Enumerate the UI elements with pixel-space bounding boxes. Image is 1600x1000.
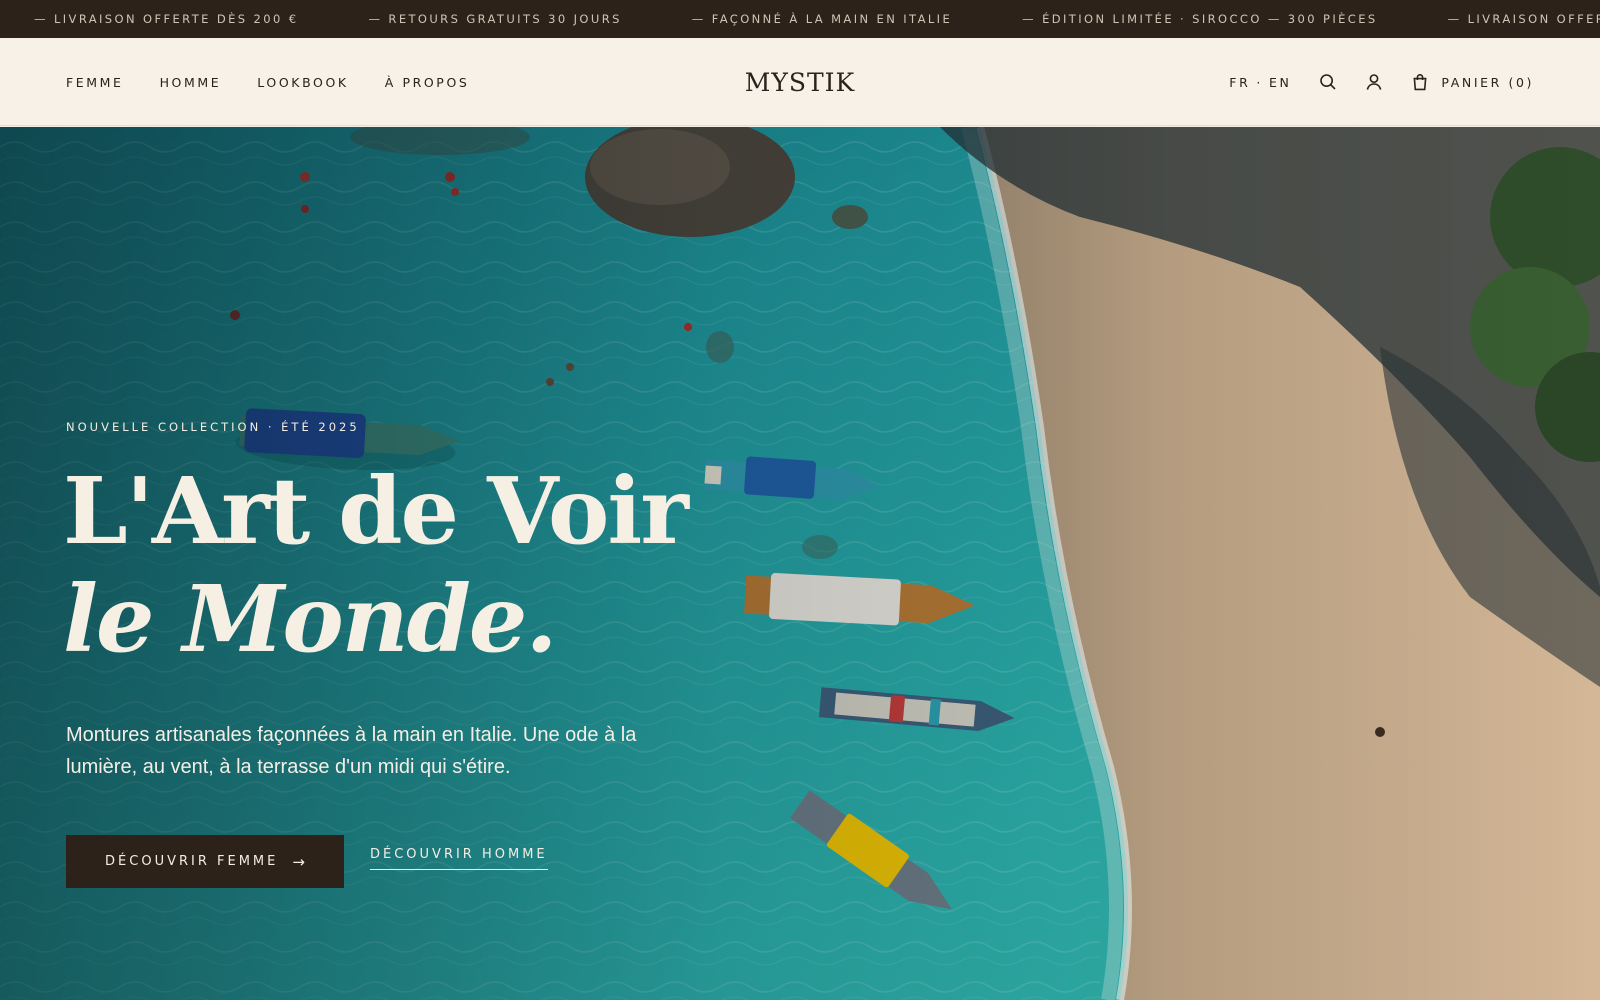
hero-section: NOUVELLE COLLECTION · ÉTÉ 2025 L'Art de … xyxy=(0,127,1600,1000)
discover-homme-link[interactable]: DÉCOUVRIR HOMME xyxy=(370,847,548,870)
announcement-bar: — LIVRAISON OFFERTE DÈS 200 € — RETOURS … xyxy=(0,0,1600,38)
shopping-bag-icon xyxy=(1409,71,1431,93)
site-header: FEMME HOMME LOOKBOOK À PROPOS MYSTIK FR … xyxy=(0,38,1600,126)
nav-link-a-propos[interactable]: À PROPOS xyxy=(385,75,470,90)
lang-en[interactable]: EN xyxy=(1269,75,1291,90)
lang-fr[interactable]: FR xyxy=(1229,75,1250,90)
nav-link-femme[interactable]: FEMME xyxy=(66,75,124,90)
nav-link-homme[interactable]: HOMME xyxy=(160,75,222,90)
announcement-item: — LIVRAISON OFFERTE DÈS 200 € xyxy=(1447,12,1600,26)
cart-button[interactable]: PANIER (0) xyxy=(1409,71,1534,93)
hero-headline: L'Art de Voir le Monde. xyxy=(63,457,689,673)
discover-femme-button[interactable]: DÉCOUVRIR FEMME → xyxy=(66,835,344,888)
discover-femme-label: DÉCOUVRIR FEMME xyxy=(105,854,279,869)
nav-link-lookbook[interactable]: LOOKBOOK xyxy=(257,75,348,90)
hero-content: NOUVELLE COLLECTION · ÉTÉ 2025 L'Art de … xyxy=(63,127,786,1000)
hero-eyebrow: NOUVELLE COLLECTION · ÉTÉ 2025 xyxy=(66,420,360,434)
language-switcher: FR · EN xyxy=(1229,75,1291,90)
arrow-right-icon: → xyxy=(292,852,305,871)
cart-label: PANIER (0) xyxy=(1441,74,1534,90)
announcement-item: — LIVRAISON OFFERTE DÈS 200 € xyxy=(34,12,299,26)
header-actions: FR · EN PANIER (0) xyxy=(1229,38,1534,126)
announcement-item: — RETOURS GRATUITS 30 JOURS xyxy=(368,12,622,26)
hero-headline-line1: L'Art de Voir xyxy=(63,457,689,565)
search-icon[interactable] xyxy=(1317,71,1339,93)
hero-headline-line2: le Monde. xyxy=(63,565,557,673)
user-icon[interactable] xyxy=(1363,71,1385,93)
lang-separator: · xyxy=(1256,74,1263,90)
main-nav: FEMME HOMME LOOKBOOK À PROPOS xyxy=(66,38,505,126)
hero-description: Montures artisanales façonnées à la main… xyxy=(66,724,637,778)
announcement-item: — FAÇONNÉ À LA MAIN EN ITALIE xyxy=(691,12,953,26)
announcement-track: — LIVRAISON OFFERTE DÈS 200 € — RETOURS … xyxy=(34,0,1600,38)
announcement-item: — ÉDITION LIMITÉE · SIROCCO — 300 PIÈCES xyxy=(1022,12,1378,26)
site-logo[interactable]: MYSTIK xyxy=(745,68,855,97)
